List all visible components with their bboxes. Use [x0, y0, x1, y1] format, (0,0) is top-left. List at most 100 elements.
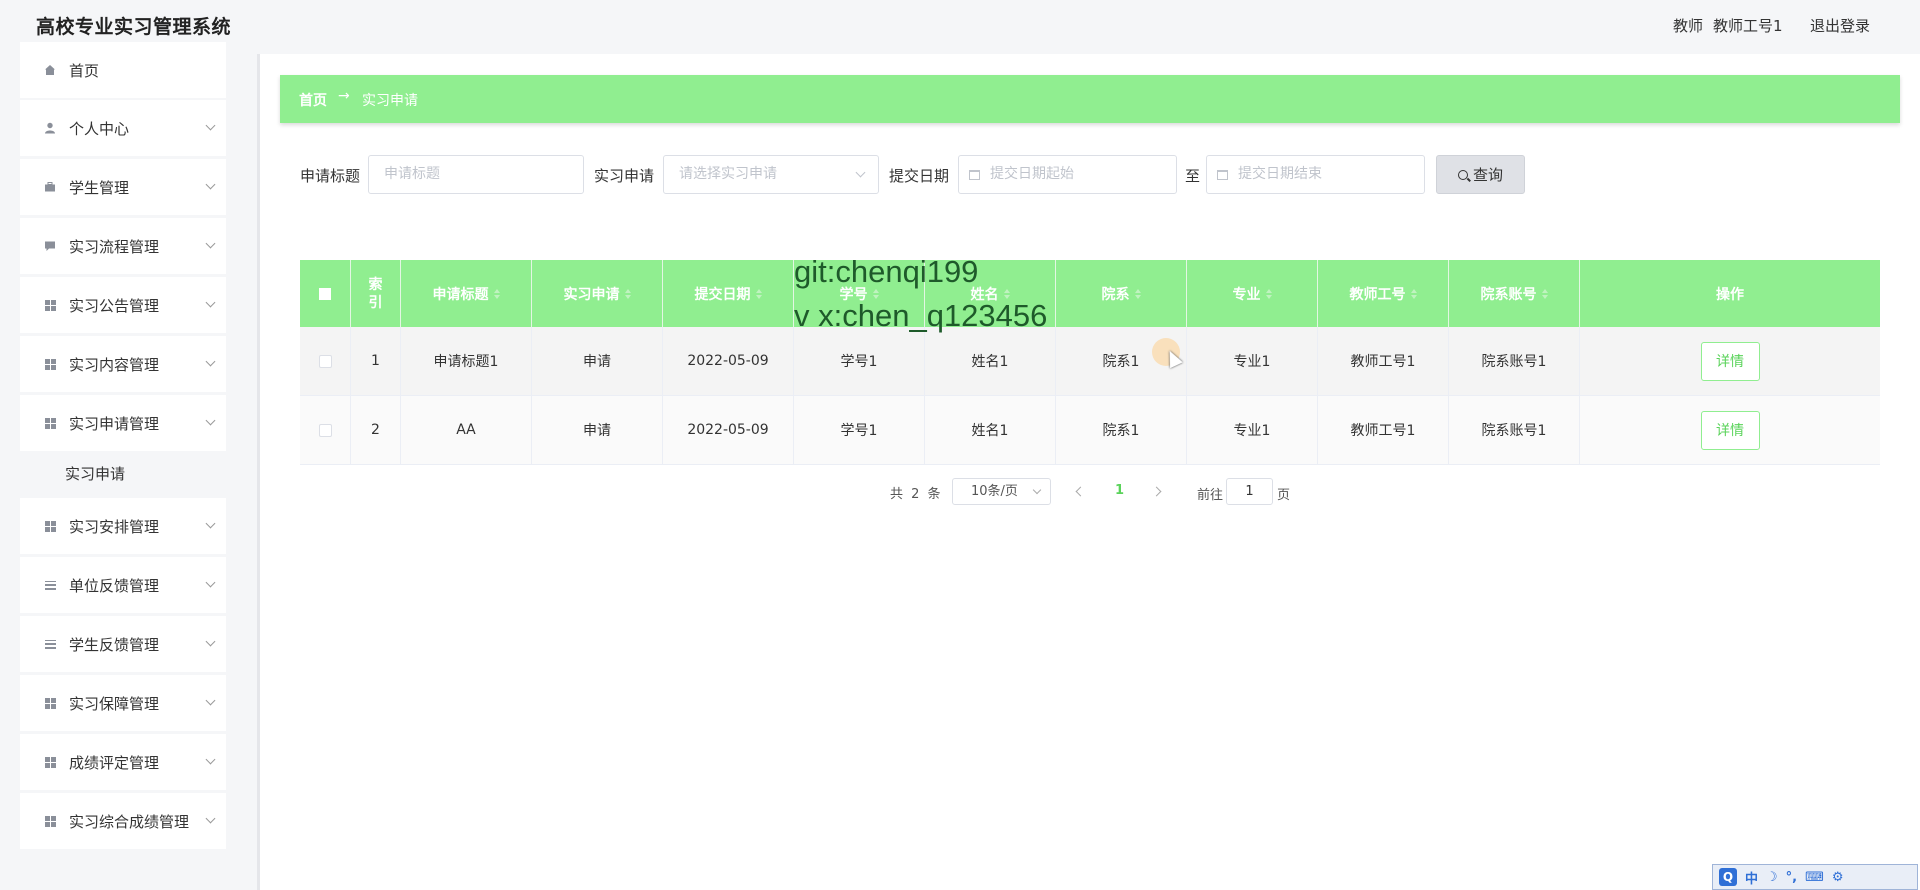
list-icon	[44, 579, 56, 591]
cell-student-no: 学号1	[794, 396, 925, 464]
sidebar-item-overall-grades[interactable]: 实习综合成绩管理	[20, 793, 226, 849]
user-role: 教师	[1673, 17, 1704, 35]
date-start-placeholder: 提交日期起始	[990, 166, 1074, 182]
chevron-down-icon	[205, 636, 216, 647]
breadcrumb: 首页 → 实习申请	[280, 75, 1900, 123]
goto-label: 前往	[1197, 488, 1224, 503]
page-number-current[interactable]: 1	[1115, 483, 1124, 498]
chevron-down-icon	[205, 356, 216, 367]
prev-page-icon[interactable]	[1075, 486, 1086, 497]
breadcrumb-home-link[interactable]: 首页	[299, 90, 327, 110]
chevron-down-icon	[205, 297, 216, 308]
cell-apply: 申请	[532, 396, 663, 464]
sidebar-item-home[interactable]: 首页	[20, 42, 226, 98]
user-icon	[44, 122, 56, 134]
date-end-input[interactable]: 提交日期结束	[1206, 155, 1425, 194]
sidebar-item-label: 成绩评定管理	[69, 753, 160, 772]
chat-icon	[44, 240, 56, 252]
chevron-down-icon	[205, 695, 216, 706]
settings-icon[interactable]: ⚙	[1832, 870, 1844, 885]
select-all-checkbox[interactable]	[319, 287, 331, 300]
sidebar-item-process[interactable]: 实习流程管理	[20, 218, 226, 274]
chevron-down-icon	[205, 754, 216, 765]
cell-dept: 院系1	[1056, 396, 1187, 464]
sidebar-item-label: 实习流程管理	[69, 237, 160, 256]
sidebar-item-label: 实习公告管理	[69, 296, 160, 315]
date-start-input[interactable]: 提交日期起始	[958, 155, 1177, 194]
apply-filter-select[interactable]: 请选择实习申请	[663, 155, 879, 194]
sidebar-item-label: 实习安排管理	[69, 517, 160, 536]
row-checkbox[interactable]	[318, 354, 332, 368]
cell-actions: 详情	[1580, 396, 1880, 464]
sidebar-item-arrangements[interactable]: 实习安排管理	[20, 498, 226, 554]
chevron-down-icon	[205, 179, 216, 190]
column-header-apply[interactable]: 实习申请	[532, 260, 663, 327]
sidebar-item-profile[interactable]: 个人中心	[20, 100, 226, 156]
sidebar-item-content[interactable]: 实习内容管理	[20, 336, 226, 392]
cell-date: 2022-05-09	[663, 396, 794, 464]
logout-button[interactable]: 退出登录	[1810, 15, 1870, 36]
goto-page-input[interactable]: 1	[1226, 478, 1273, 505]
cell-index: 2	[351, 396, 401, 464]
moon-icon[interactable]: ☽	[1766, 870, 1778, 885]
sidebar-item-support[interactable]: 实习保障管理	[20, 675, 226, 731]
chevron-down-icon	[205, 415, 216, 426]
sidebar-item-label: 实习综合成绩管理	[69, 812, 190, 831]
chevron-down-icon	[205, 577, 216, 588]
sidebar-item-grading[interactable]: 成绩评定管理	[20, 734, 226, 790]
ime-logo-icon[interactable]: Q	[1719, 868, 1737, 886]
sidebar-subitem-application[interactable]: 实习申请	[20, 451, 226, 497]
query-button[interactable]: 查询	[1436, 155, 1525, 194]
goto-unit: 页	[1277, 488, 1291, 503]
home-icon	[44, 64, 56, 76]
title-filter-input[interactable]: 申请标题	[368, 155, 584, 194]
column-header-index: 索引	[351, 260, 401, 327]
ime-toolbar[interactable]: Q 中 ☽ °, ⌨ ⚙	[1712, 864, 1918, 890]
detail-button[interactable]: 详情	[1700, 341, 1760, 381]
calendar-icon	[969, 170, 980, 180]
next-page-icon[interactable]	[1151, 486, 1162, 497]
top-header: 高校专业实习管理系统 教师 教师工号1 退出登录	[0, 0, 1920, 54]
grid-icon	[44, 756, 56, 768]
grid-icon	[44, 299, 56, 311]
column-header-major[interactable]: 专业	[1187, 260, 1318, 327]
sort-icon	[755, 288, 762, 299]
page-size-value: 10条/页	[971, 484, 1018, 499]
row-checkbox[interactable]	[318, 423, 332, 437]
query-button-label: 查询	[1472, 166, 1503, 184]
sidebar-item-applications[interactable]: 实习申请管理	[20, 395, 226, 451]
watermark-line-1: git:chenqi199	[794, 254, 979, 289]
punctuation-icon[interactable]: °,	[1786, 870, 1797, 885]
date-end-placeholder: 提交日期结束	[1238, 166, 1322, 182]
detail-button[interactable]: 详情	[1700, 410, 1760, 450]
chevron-down-icon	[205, 238, 216, 249]
column-header-dept[interactable]: 院系	[1056, 260, 1187, 327]
column-header-label: 实习申请	[563, 286, 620, 303]
sidebar-item-students[interactable]: 学生管理	[20, 159, 226, 215]
cell-date: 2022-05-09	[663, 327, 794, 395]
column-header-teacher-no[interactable]: 教师工号	[1318, 260, 1449, 327]
table-row: 1 申请标题1 申请 2022-05-09 学号1 姓名1 院系1 专业1 教师…	[300, 327, 1880, 396]
sidebar-item-label: 实习申请管理	[69, 414, 160, 433]
keyboard-icon[interactable]: ⌨	[1805, 870, 1824, 885]
page-size-select[interactable]: 10条/页	[952, 478, 1051, 505]
sort-icon	[1134, 288, 1141, 299]
chevron-down-icon	[205, 120, 216, 131]
grid-icon	[44, 417, 56, 429]
cell-title: AA	[401, 396, 532, 464]
breadcrumb-current: 实习申请	[362, 93, 418, 109]
sidebar-item-unit-feedback[interactable]: 单位反馈管理	[20, 557, 226, 613]
column-header-date[interactable]: 提交日期	[663, 260, 794, 327]
column-header-label: 专业	[1232, 286, 1261, 303]
sidebar-item-student-feedback[interactable]: 学生反馈管理	[20, 616, 226, 672]
column-header-actions: 操作	[1716, 286, 1744, 303]
sidebar-item-notices[interactable]: 实习公告管理	[20, 277, 226, 333]
column-header-dept-account[interactable]: 院系账号	[1449, 260, 1580, 327]
ime-mode-toggle[interactable]: 中	[1745, 868, 1758, 887]
sidebar-item-label: 学生反馈管理	[69, 635, 160, 654]
sidebar-item-label: 个人中心	[69, 119, 130, 138]
sidebar-item-label: 实习内容管理	[69, 355, 160, 374]
cell-dept-account: 院系账号1	[1449, 396, 1580, 464]
column-header-title[interactable]: 申请标题	[401, 260, 532, 327]
sort-icon	[493, 288, 500, 299]
